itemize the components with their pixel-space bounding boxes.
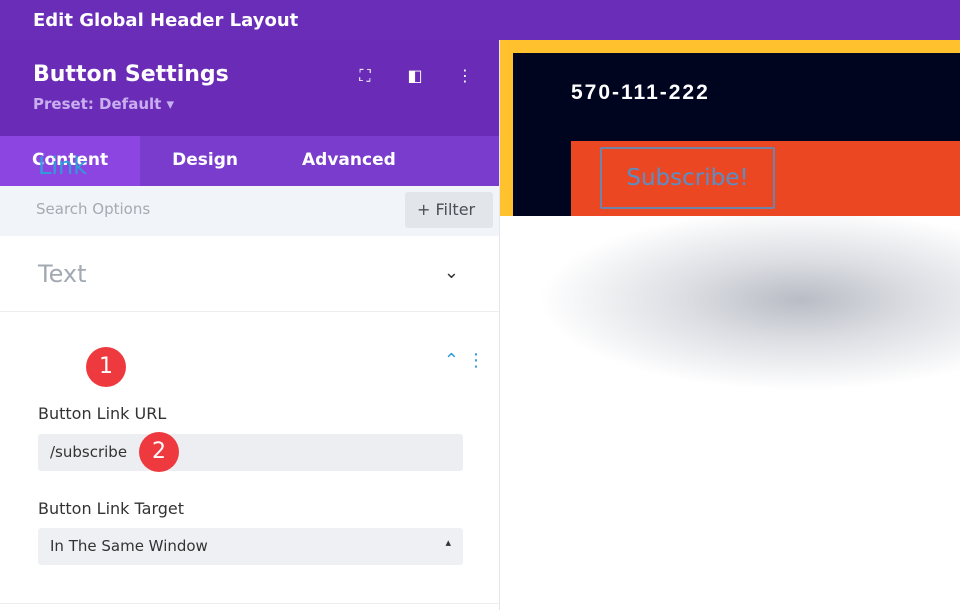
section-link-title[interactable]: Link (38, 152, 87, 180)
step-badge-2: 2 (139, 432, 179, 472)
url-input[interactable]: /subscribe (38, 434, 463, 471)
target-value: In The Same Window (50, 537, 208, 555)
window-title: Edit Global Header Layout (0, 0, 960, 40)
panel-header: Button Settings Preset: Default ▾ ⛶ ◧ ⋮ (0, 40, 499, 136)
header-outline: 570-111-222 Subscribe! (500, 40, 960, 216)
settings-panel: Button Settings Preset: Default ▾ ⛶ ◧ ⋮ … (0, 40, 500, 610)
section-text[interactable]: Text ⌄ (0, 236, 499, 312)
split-view-icon[interactable]: ◧ (405, 66, 425, 86)
chevron-up-icon[interactable]: ⌃ (444, 350, 459, 371)
select-arrows-icon: ▴ (445, 536, 451, 549)
subscribe-button[interactable]: Subscribe! (600, 147, 775, 209)
step-badge-1: 1 (86, 347, 126, 387)
search-input[interactable] (36, 200, 336, 218)
filter-button[interactable]: + Filter (405, 192, 493, 228)
target-label: Button Link Target (38, 499, 185, 518)
url-label: Button Link URL (38, 404, 167, 423)
preset-dropdown[interactable]: Preset: Default ▾ (33, 95, 466, 113)
section-text-title: Text (38, 260, 87, 288)
chevron-down-icon[interactable]: ⌄ (444, 262, 459, 283)
tab-advanced[interactable]: Advanced (270, 136, 428, 186)
divider (0, 603, 499, 604)
more-icon[interactable]: ⋮ (467, 350, 485, 371)
page-preview: 570-111-222 Subscribe! (500, 40, 960, 610)
target-select[interactable]: In The Same Window ▴ (38, 528, 463, 565)
subscribe-row: Subscribe! (571, 141, 960, 216)
more-icon[interactable]: ⋮ (455, 66, 475, 86)
tab-design[interactable]: Design (140, 136, 270, 186)
focus-icon[interactable]: ⛶ (355, 66, 375, 86)
search-bar: + Filter (0, 186, 499, 236)
phone-number: 570-111-222 (571, 81, 710, 104)
header-section[interactable]: 570-111-222 Subscribe! (513, 53, 960, 216)
